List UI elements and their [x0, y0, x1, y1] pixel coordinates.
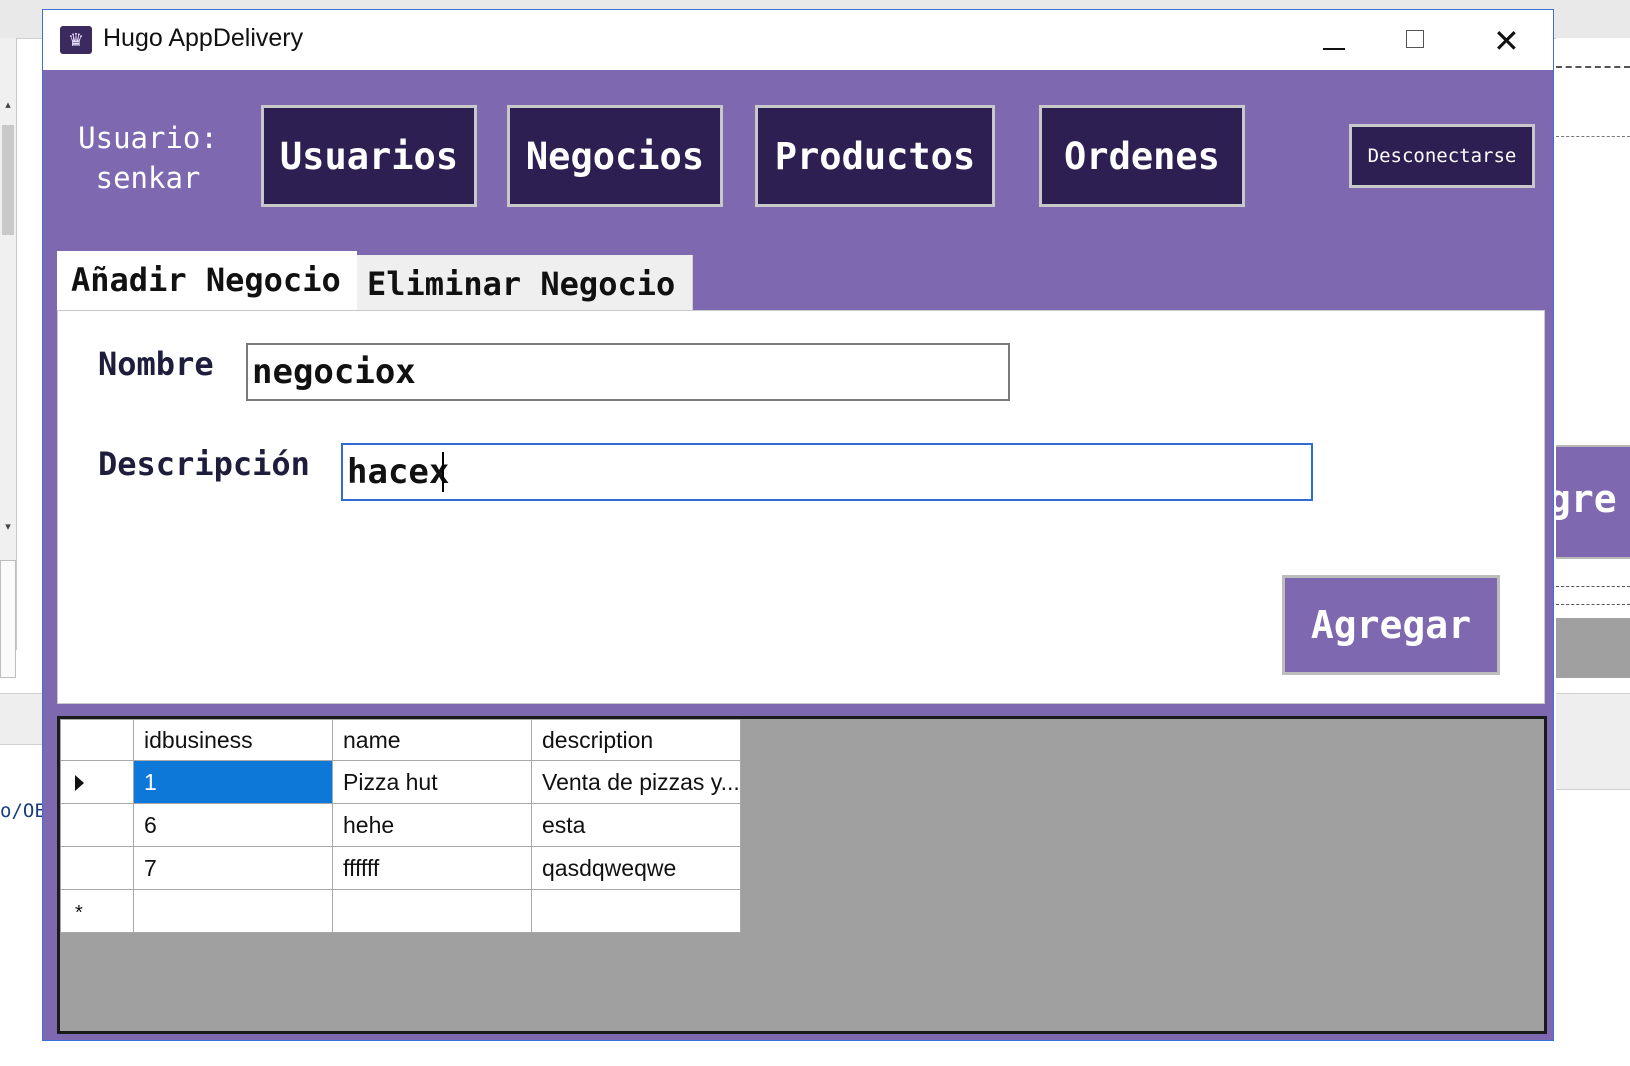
- background-text: o/OE: [0, 800, 46, 822]
- table-cell[interactable]: [531, 889, 741, 933]
- add-business-panel: Nombre Descripción Agregar: [57, 310, 1545, 704]
- background-agregar-label: gre: [1556, 477, 1617, 521]
- table-cell[interactable]: [133, 889, 333, 933]
- table-header-row: idbusiness name description: [60, 719, 741, 761]
- tab-anadir-negocio[interactable]: Añadir Negocio: [57, 251, 357, 312]
- app-window: ♛ Hugo AppDelivery ✕ Usuario: senkar Usu…: [42, 9, 1554, 1041]
- negocios-button[interactable]: Negocios: [507, 105, 723, 207]
- background-dashed-line: [1556, 66, 1630, 68]
- business-table: idbusiness name description 1 Pizza hut …: [60, 719, 741, 933]
- table-cell[interactable]: qasdqweqwe: [531, 846, 741, 890]
- ordenes-button[interactable]: Ordenes: [1039, 105, 1245, 207]
- table-row[interactable]: 6 hehe esta: [60, 803, 741, 847]
- user-info: Usuario: senkar: [53, 118, 243, 198]
- table-cell[interactable]: Venta de pizzas y...: [531, 760, 741, 804]
- table-row[interactable]: 7 ffffff qasdqweqwe: [60, 846, 741, 890]
- table-cell[interactable]: esta: [531, 803, 741, 847]
- title-bar[interactable]: ♛ Hugo AppDelivery ✕: [43, 10, 1553, 70]
- new-row[interactable]: *: [60, 889, 741, 933]
- minimize-icon[interactable]: [1323, 48, 1345, 50]
- productos-button[interactable]: Productos: [755, 105, 995, 207]
- background-agregar-button[interactable]: gre: [1556, 445, 1630, 559]
- descripcion-input[interactable]: [341, 443, 1313, 501]
- background-gray-area: [1556, 618, 1630, 678]
- user-label: Usuario:: [78, 121, 218, 155]
- background-panel-right: [1556, 38, 1630, 438]
- close-icon[interactable]: ✕: [1493, 22, 1520, 60]
- tab-eliminar-negocio[interactable]: Eliminar Negocio: [357, 255, 693, 311]
- text-caret: [442, 452, 444, 492]
- row-header[interactable]: [60, 846, 134, 890]
- row-header[interactable]: *: [60, 889, 134, 933]
- usuarios-button[interactable]: Usuarios: [261, 105, 477, 207]
- row-header[interactable]: [60, 760, 134, 804]
- current-row-icon: [75, 775, 84, 792]
- desconectarse-button[interactable]: Desconectarse: [1349, 124, 1535, 188]
- column-header-description[interactable]: description: [531, 719, 741, 761]
- table-cell[interactable]: [332, 889, 532, 933]
- background-band-right: [1556, 693, 1630, 790]
- table-row[interactable]: 1 Pizza hut Venta de pizzas y...: [60, 760, 741, 804]
- background-scrollbar-up-icon[interactable]: ▴: [2, 98, 14, 112]
- user-name: senkar: [95, 161, 201, 195]
- nombre-input[interactable]: [246, 343, 1010, 401]
- table-cell[interactable]: Pizza hut: [332, 760, 532, 804]
- app-icon: ♛: [60, 26, 92, 54]
- table-cell[interactable]: hehe: [332, 803, 532, 847]
- background-box: [0, 560, 16, 678]
- background-dashed-line: [1556, 136, 1630, 137]
- column-header-idbusiness[interactable]: idbusiness: [133, 719, 333, 761]
- table-cell[interactable]: ffffff: [332, 846, 532, 890]
- table-cell[interactable]: 7: [133, 846, 333, 890]
- table-cell[interactable]: 6: [133, 803, 333, 847]
- business-grid[interactable]: idbusiness name description 1 Pizza hut …: [57, 716, 1547, 1034]
- row-header[interactable]: [60, 803, 134, 847]
- descripcion-label: Descripción: [98, 445, 310, 483]
- column-header-name[interactable]: name: [332, 719, 532, 761]
- background-scrollbar-down-icon[interactable]: ▾: [2, 520, 14, 534]
- nombre-label: Nombre: [98, 345, 214, 383]
- background-scrollbar-thumb[interactable]: [2, 125, 14, 235]
- background-band-left: [0, 693, 42, 745]
- window-title: Hugo AppDelivery: [103, 24, 304, 52]
- agregar-button[interactable]: Agregar: [1282, 575, 1500, 675]
- table-cell[interactable]: 1: [133, 760, 333, 804]
- new-row-icon: *: [75, 901, 83, 924]
- maximize-icon[interactable]: [1406, 30, 1424, 48]
- background-dashed-line: [1556, 586, 1630, 587]
- background-dashed-line: [1556, 604, 1630, 605]
- row-header-corner[interactable]: [60, 719, 134, 761]
